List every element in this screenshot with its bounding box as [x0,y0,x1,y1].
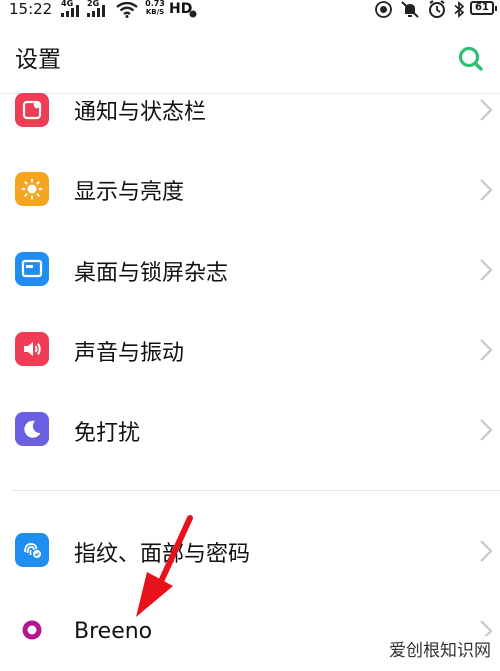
net-speed-unit: KB/S [145,8,165,16]
chevron-right-icon [480,419,493,441]
settings-item-do-not-disturb[interactable]: 免打扰 [0,390,500,470]
settings-item-label: 桌面与锁屏杂志 [74,261,229,286]
brightness-icon [15,172,49,206]
watermark: 爱创根知识网 [386,636,494,661]
breeno-icon [15,613,49,647]
chevron-right-icon [480,339,493,361]
volume-icon [15,332,49,366]
wallpaper-icon [15,252,49,286]
settings-item-label: 声音与振动 [74,341,185,366]
notification-icon [15,93,49,127]
page-title: 设置 [15,47,61,73]
chevron-right-icon [480,99,493,121]
status-bar: 15:22 4G 2G 0.73 KB/S HD 61 [0,0,500,18]
settings-item-label: 显示与亮度 [74,180,185,205]
battery-level: 61 [475,2,489,13]
settings-item-security[interactable]: 指纹、面部与密码 [0,511,500,591]
signal-icon [61,5,79,17]
chevron-right-icon [480,179,493,201]
mute-notification-icon [401,1,419,18]
net-speed-value: 0.73 [145,0,165,8]
volte-dot-icon [189,10,197,18]
settings-item-display[interactable]: 显示与亮度 [0,150,500,230]
alarm-icon [429,0,445,18]
group-divider [12,490,500,491]
settings-item-wallpaper[interactable]: 桌面与锁屏杂志 [0,230,500,310]
battery-icon: 61 [470,1,497,15]
chevron-right-icon [480,540,493,562]
bluetooth-icon [454,1,465,18]
status-time: 15:22 [9,0,53,18]
settings-item-notifications[interactable]: 通知与状态栏 [0,70,500,150]
moon-icon [15,412,49,446]
chevron-right-icon [480,259,493,281]
net-speed: 0.73 KB/S [144,0,166,16]
settings-item-sound[interactable]: 声音与振动 [0,310,500,390]
settings-item-label: 免打扰 [74,421,141,446]
signal-icon [87,5,105,17]
fingerprint-face-icon [15,533,49,567]
settings-item-label: 通知与状态栏 [74,100,207,125]
settings-item-label: Breeno [74,619,153,644]
settings-item-label: 指纹、面部与密码 [74,542,251,567]
wifi-icon [116,2,138,18]
screen-record-icon [375,1,392,18]
